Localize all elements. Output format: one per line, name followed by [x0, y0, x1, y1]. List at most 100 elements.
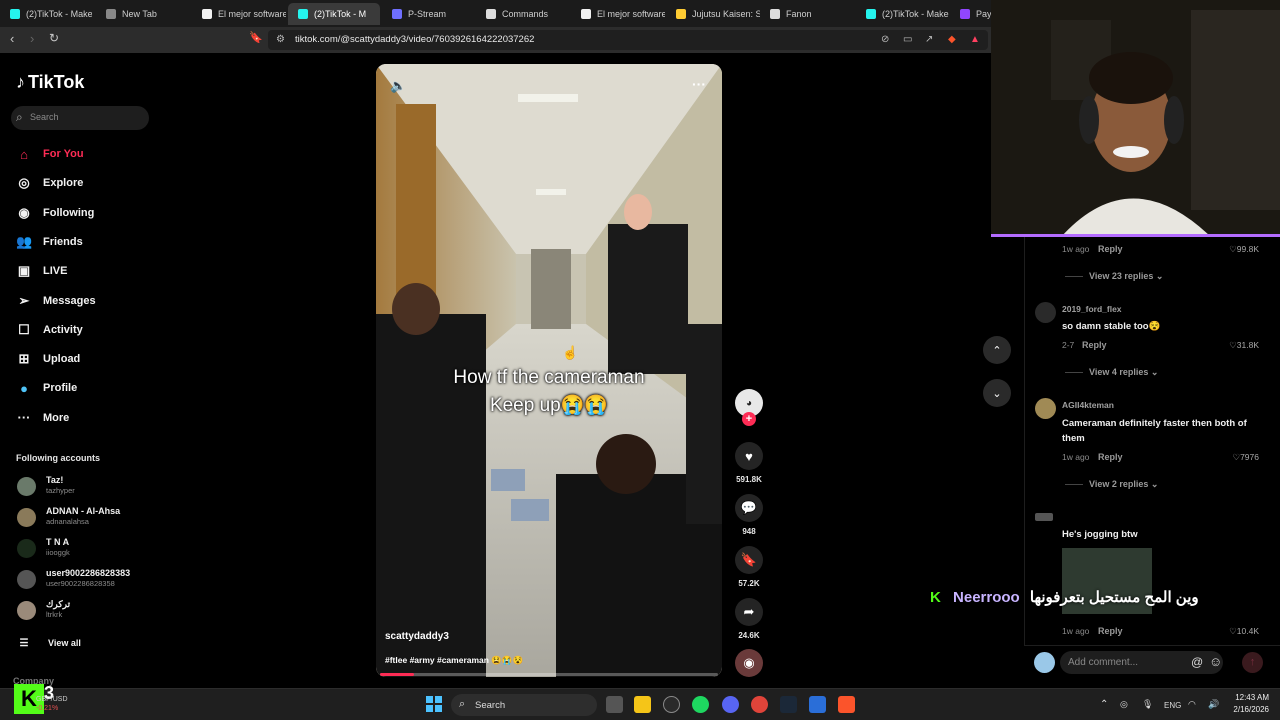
creator-avatar[interactable]: ◕ +	[734, 389, 764, 426]
discord-icon[interactable]	[722, 696, 739, 713]
avatar[interactable]	[1035, 302, 1056, 323]
share-icon[interactable]: ↗	[925, 34, 933, 45]
comment-username[interactable]: AGII4kteman	[1062, 400, 1114, 410]
sidebar-item-live[interactable]: ▣ LIVE	[16, 261, 68, 281]
video-progress-bar[interactable]	[380, 673, 718, 676]
brave-icon[interactable]	[838, 696, 855, 713]
activity-icon: ☐	[18, 321, 30, 337]
previous-video-button[interactable]: ⌃	[983, 336, 1011, 364]
app-icon[interactable]	[809, 696, 826, 713]
avatar[interactable]	[1035, 398, 1056, 419]
emoji-icon[interactable]: ☺	[1209, 654, 1222, 669]
reply-button[interactable]: Reply	[1082, 340, 1107, 350]
wifi-icon[interactable]: ◠	[1188, 699, 1196, 710]
comment-like-count[interactable]: ♡7976	[1232, 452, 1259, 463]
github-icon[interactable]	[663, 696, 680, 713]
browser-tab[interactable]: Payo	[950, 3, 992, 25]
comment-button[interactable]: 💬 948	[734, 494, 764, 536]
browser-tab[interactable]: (2)TikTok - M✕	[288, 3, 380, 25]
browser-tab[interactable]: (2)TikTok - Make	[0, 3, 92, 25]
cast-icon[interactable]: ▭	[903, 34, 912, 45]
sidebar-item-explore[interactable]: ◎ Explore	[16, 173, 83, 193]
browser-tab[interactable]: P-Stream	[382, 3, 476, 25]
brave-rewards-icon[interactable]: ▲	[970, 34, 980, 45]
reply-button[interactable]: Reply	[1098, 244, 1123, 254]
chrome-icon[interactable]	[751, 696, 768, 713]
video-off-icon[interactable]: ⊘	[881, 34, 889, 45]
sidebar-item-more[interactable]: ··· More	[16, 408, 70, 428]
site-settings-icon[interactable]: ⚙	[276, 34, 285, 45]
sidebar-item-for-you[interactable]: ⌂ For You	[16, 144, 83, 164]
task-view-icon[interactable]	[606, 696, 623, 713]
reply-button[interactable]: Reply	[1098, 452, 1123, 462]
chevron-down-icon: ⌄	[1155, 271, 1164, 281]
browser-tab[interactable]: New Tab	[96, 3, 186, 25]
sidebar-item-friends[interactable]: 👥 Friends	[16, 232, 83, 252]
video-author[interactable]: scattydaddy3	[385, 631, 449, 642]
search-input[interactable]: ⌕ Search	[11, 106, 149, 130]
reload-icon[interactable]: ↻	[49, 31, 59, 45]
music-disc[interactable]: ◉	[734, 649, 764, 677]
back-icon[interactable]: ‹	[10, 31, 14, 46]
bookmark-icon[interactable]: 🔖	[249, 31, 263, 44]
sidebar-item-messages[interactable]: ➢ Messages	[16, 291, 96, 311]
share-button[interactable]: ➦ 24.6K	[734, 598, 764, 640]
post-comment-button[interactable]: ↑	[1242, 652, 1263, 673]
video-player[interactable]: 🔈 ··· ☝ How tf the cameraman Keep up😭😭 s…	[376, 64, 722, 677]
address-bar[interactable]: ⚙ tiktok.com/@scattydaddy3/video/7603926…	[268, 30, 988, 50]
forward-icon[interactable]: ›	[30, 31, 34, 46]
tray-chevron-icon[interactable]: ⌃	[1100, 699, 1108, 710]
view-replies-button[interactable]: View 23 replies ⌄	[1065, 271, 1163, 282]
like-button[interactable]: ♥ 591.8K	[734, 442, 764, 484]
tab-label: Fanon	[786, 9, 812, 19]
add-comment-input[interactable]: Add comment... @ ☺	[1060, 651, 1223, 674]
arrow-up-icon: ↑	[1249, 656, 1256, 668]
account-name: ADNAN - Al-Ahsa	[46, 506, 121, 516]
avatar[interactable]	[1035, 513, 1053, 521]
browser-tab[interactable]: Commands	[476, 3, 570, 25]
windows-start-icon[interactable]	[426, 696, 442, 712]
browser-tab[interactable]: El mejor software	[571, 3, 665, 25]
view-all-link[interactable]: ☰ View all	[16, 633, 81, 653]
mention-icon[interactable]: @	[1191, 655, 1203, 669]
more-options-icon[interactable]: ···	[692, 76, 706, 92]
sidebar-item-activity[interactable]: ☐ Activity	[16, 320, 83, 340]
save-button[interactable]: 🔖 57.2K	[734, 546, 764, 588]
next-video-button[interactable]: ⌄	[983, 379, 1011, 407]
tab-favicon-icon	[392, 9, 402, 19]
comment-like-count[interactable]: ♡10.4K	[1229, 626, 1259, 637]
share-count: 24.6K	[738, 631, 760, 640]
mute-icon[interactable]: 🔈	[390, 78, 406, 94]
follow-plus-icon[interactable]: +	[742, 412, 756, 426]
volume-icon[interactable]: 🔊	[1208, 699, 1219, 710]
spotify-icon[interactable]	[692, 696, 709, 713]
view-replies-button[interactable]: View 2 replies ⌄	[1065, 479, 1158, 490]
sidebar-item-label: More	[43, 411, 70, 424]
brave-shield-icon[interactable]: ◆	[948, 34, 956, 45]
taskbar-search[interactable]: ⌕ Search	[451, 694, 597, 716]
video-hashtags[interactable]: #ftlee #army #cameraman 😫😭😵	[385, 655, 523, 666]
cursor-icon: ☝	[562, 345, 579, 360]
steam-icon[interactable]	[780, 696, 797, 713]
clock-date[interactable]: 2/16/2026	[1229, 705, 1269, 714]
browser-tab[interactable]: Jujutsu Kaisen: Sh	[666, 3, 760, 25]
tiktok-logo[interactable]: ♪ TikTok	[16, 72, 84, 93]
sidebar-item-upload[interactable]: ⊞ Upload	[16, 349, 81, 369]
browser-tab[interactable]: El mejor software	[192, 3, 286, 25]
sidebar-item-following[interactable]: ◉ Following	[16, 203, 94, 223]
comment-like-count[interactable]: ♡99.8K	[1229, 244, 1259, 255]
like-count-label: 7976	[1240, 452, 1259, 462]
reply-button[interactable]: Reply	[1098, 626, 1123, 636]
view-replies-button[interactable]: View 4 replies ⌄	[1065, 367, 1158, 378]
sidebar-item-profile[interactable]: ● Profile	[16, 378, 77, 398]
comment-username[interactable]: 2019_ford_flex	[1062, 304, 1122, 314]
browser-tab[interactable]: (2)TikTok - Make	[856, 3, 950, 25]
file-explorer-icon[interactable]	[634, 696, 651, 713]
clock-time[interactable]: 12:43 AM	[1229, 693, 1269, 702]
language-indicator[interactable]: ENG	[1164, 701, 1181, 710]
microphone-icon[interactable]: 🎙	[1142, 699, 1153, 710]
browser-tab[interactable]: Fanon	[760, 3, 854, 25]
comment-like-count[interactable]: ♡31.8K	[1229, 340, 1259, 351]
tray-app-icon[interactable]: ◎	[1120, 699, 1128, 710]
chevron-down-icon: ⌄	[1150, 367, 1159, 377]
